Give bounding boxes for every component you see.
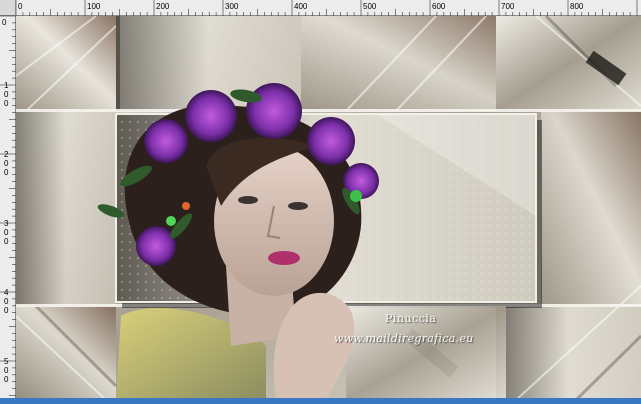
watermark-site: www.maildiregrafica.eu [334, 332, 474, 345]
artwork [16, 16, 641, 400]
vertical-ruler-ticks: 0 100 200 300 400 500 [0, 15, 16, 396]
ruler-label-400: 400 [294, 2, 308, 11]
status-bar [0, 398, 641, 404]
ruler-label-0: 0 [18, 2, 23, 11]
horizontal-ruler[interactable]: 0 100 200 300 400 500 600 700 800 [0, 0, 641, 16]
ruler-label-200: 200 [156, 2, 170, 11]
ruler-corner [0, 0, 16, 16]
horizontal-ruler-ticks: 0 100 200 300 400 500 600 700 800 [15, 0, 638, 16]
ruler-label-300: 300 [225, 2, 239, 11]
ruler-label-100: 100 [87, 2, 101, 11]
ruler-label-800: 800 [570, 2, 584, 11]
ruler-label-600: 600 [432, 2, 446, 11]
watermark-name: Pinuccia [385, 312, 437, 325]
vruler-label-100: 100 [4, 81, 9, 108]
vruler-label-0: 0 [2, 18, 7, 27]
vruler-label-200: 200 [4, 150, 9, 177]
vruler-label-300: 300 [4, 219, 9, 246]
vertical-ruler[interactable]: 0 100 200 300 400 500 [0, 15, 16, 400]
vruler-label-400: 400 [4, 288, 9, 315]
ruler-label-500: 500 [363, 2, 377, 11]
image-canvas[interactable]: Pinuccia www.maildiregrafica.eu [16, 16, 641, 400]
ruler-label-700: 700 [501, 2, 515, 11]
vruler-label-500: 500 [4, 357, 9, 384]
